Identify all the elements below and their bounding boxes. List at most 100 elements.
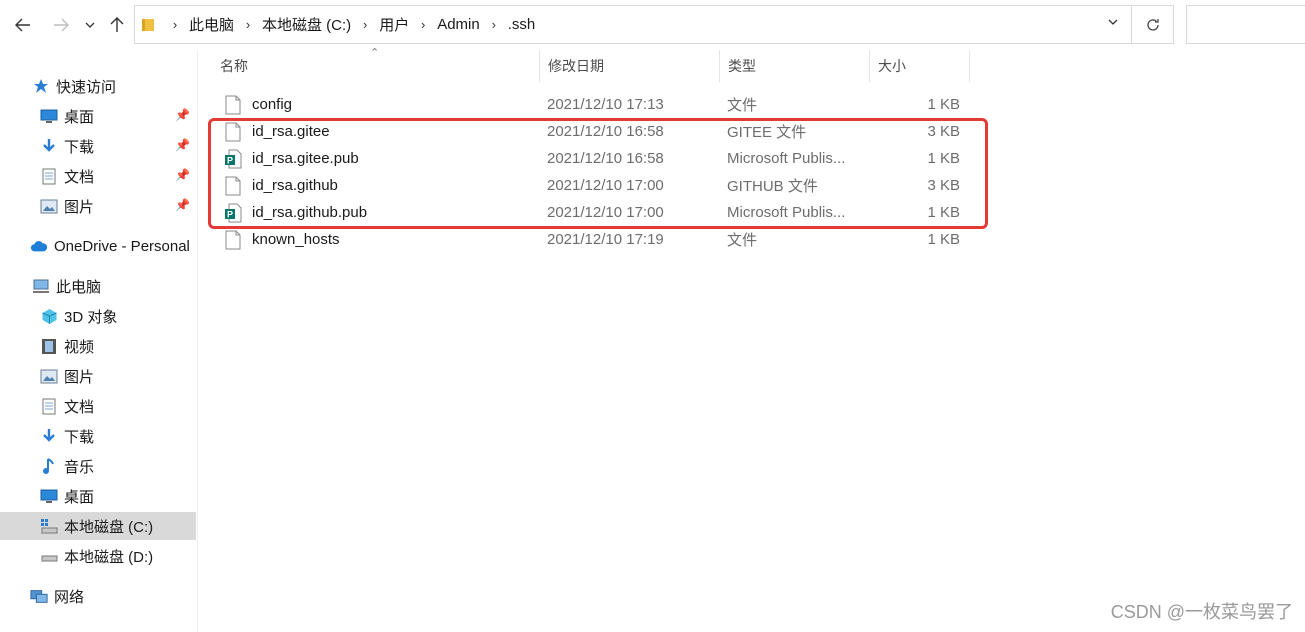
sidebar-item-downloads-2[interactable]: 下载 <box>0 422 196 450</box>
chevron-down-icon <box>1108 19 1118 25</box>
recent-locations-button[interactable] <box>80 10 100 40</box>
file-type: 文件 <box>727 232 758 249</box>
file-type: 文件 <box>727 97 758 114</box>
file-icon <box>225 95 241 114</box>
chevron-right-icon: › <box>421 17 426 32</box>
file-size: 1 KB <box>927 96 960 113</box>
folder-icon <box>142 19 154 31</box>
sidebar-item-music[interactable]: 音乐 <box>0 452 196 480</box>
network-icon <box>30 587 48 605</box>
sidebar-item-documents-2[interactable]: 文档 <box>0 392 196 420</box>
breadcrumb-item[interactable]: Admin <box>433 16 484 33</box>
sidebar-item-label: 此电脑 <box>56 278 102 296</box>
file-size: 1 KB <box>927 231 960 248</box>
drive-c-icon <box>40 517 58 535</box>
chevron-right-icon: › <box>245 17 251 32</box>
refresh-button[interactable] <box>1132 5 1174 44</box>
sidebar-item-label: 桌面 <box>64 108 95 126</box>
breadcrumb-item[interactable]: 用户 <box>375 14 413 35</box>
sidebar-item-downloads[interactable]: 下载 📌 <box>0 132 196 160</box>
column-header-label: 修改日期 <box>548 58 604 74</box>
sidebar-item-label: 桌面 <box>64 488 95 506</box>
sidebar-item-label: 文档 <box>64 168 95 186</box>
column-header-label: 类型 <box>728 58 756 74</box>
column-header-label: 大小 <box>878 58 906 74</box>
breadcrumb-item[interactable]: 此电脑 <box>185 14 238 35</box>
chevron-down-icon <box>85 22 95 28</box>
file-date: 2021/12/10 17:13 <box>547 96 664 113</box>
column-header-name[interactable]: 名称 <box>212 50 540 82</box>
breadcrumb: › 此电脑 › 本地磁盘 (C:) › 用户 › Admin › .ssh <box>165 14 539 35</box>
sidebar-item-network[interactable]: 网络 <box>0 582 196 610</box>
drive-icon <box>40 547 58 565</box>
pictures-icon <box>40 197 58 215</box>
column-header-size[interactable]: 大小 <box>870 50 970 82</box>
forward-button[interactable] <box>48 10 74 40</box>
file-name: config <box>252 96 293 113</box>
breadcrumb-item[interactable]: .ssh <box>504 16 540 33</box>
pictures-icon <box>40 367 58 385</box>
document-icon <box>40 167 58 185</box>
file-row[interactable]: known_hosts 2021/12/10 17:19 文件 1 KB <box>212 226 972 253</box>
download-icon <box>40 137 58 155</box>
sidebar-item-label: 下载 <box>64 428 95 446</box>
sidebar-item-quick-access[interactable]: 快速访问 <box>0 72 196 100</box>
chevron-right-icon: › <box>491 17 496 32</box>
up-button[interactable] <box>104 10 130 40</box>
address-bar[interactable]: › 此电脑 › 本地磁盘 (C:) › 用户 › Admin › .ssh <box>134 5 1132 44</box>
back-button[interactable] <box>10 10 36 40</box>
sidebar-item-this-pc[interactable]: 此电脑 <box>0 272 196 300</box>
sidebar-item-desktop-2[interactable]: 桌面 <box>0 482 196 510</box>
sidebar-item-label: 网络 <box>54 588 85 606</box>
pin-icon[interactable]: 📌 <box>175 168 190 182</box>
highlight-box <box>208 118 988 229</box>
file-date: 2021/12/10 17:19 <box>547 231 664 248</box>
music-icon <box>40 457 58 475</box>
pin-icon[interactable]: 📌 <box>175 138 190 152</box>
sidebar-item-label: 音乐 <box>64 458 95 476</box>
pin-icon[interactable]: 📌 <box>175 108 190 122</box>
watermark: CSDN @一枚菜鸟罢了 <box>1110 602 1293 622</box>
sidebar-item-documents[interactable]: 文档 📌 <box>0 162 196 190</box>
sidebar-item-drive-c[interactable]: 本地磁盘 (C:) <box>0 512 196 540</box>
sidebar-item-label: 下载 <box>64 138 95 156</box>
navigation-pane: 快速访问 桌面 📌 下载 📌 文档 📌 图片 📌 OneDrive - Pers… <box>0 50 198 632</box>
file-icon <box>225 230 241 249</box>
sidebar-item-videos[interactable]: 视频 <box>0 332 196 360</box>
desktop-icon <box>40 107 58 125</box>
sidebar-item-label: 图片 <box>64 368 95 386</box>
cloud-icon <box>30 237 48 255</box>
download-icon <box>40 427 58 445</box>
breadcrumb-item[interactable]: 本地磁盘 (C:) <box>258 14 355 35</box>
sidebar-item-3d-objects[interactable]: 3D 对象 <box>0 302 196 330</box>
column-header-label: 名称 <box>220 58 248 74</box>
column-header-type[interactable]: 类型 <box>720 50 870 82</box>
sidebar-item-desktop[interactable]: 桌面 📌 <box>0 102 196 130</box>
sidebar-item-label: 视频 <box>64 338 95 356</box>
arrow-left-icon <box>15 18 30 32</box>
file-row[interactable]: config 2021/12/10 17:13 文件 1 KB <box>212 91 972 118</box>
cube-icon <box>40 307 58 325</box>
sidebar-item-label: 文档 <box>64 398 95 416</box>
address-dropdown-button[interactable] <box>1107 16 1119 31</box>
address-toolbar: › 此电脑 › 本地磁盘 (C:) › 用户 › Admin › .ssh <box>0 0 1305 50</box>
document-icon <box>40 397 58 415</box>
chevron-right-icon: › <box>172 17 178 32</box>
refresh-icon <box>1146 18 1159 31</box>
sidebar-item-pictures-2[interactable]: 图片 <box>0 362 196 390</box>
chevron-right-icon: › <box>363 17 368 32</box>
search-input[interactable] <box>1186 5 1305 44</box>
sidebar-item-label: 快速访问 <box>56 78 117 96</box>
star-icon <box>32 77 50 95</box>
sidebar-item-onedrive[interactable]: OneDrive - Personal <box>0 232 196 260</box>
sidebar-item-drive-d[interactable]: 本地磁盘 (D:) <box>0 542 196 570</box>
column-header-date[interactable]: 修改日期 <box>540 50 720 82</box>
sidebar-item-pictures[interactable]: 图片 📌 <box>0 192 196 220</box>
sidebar-item-label: 本地磁盘 (D:) <box>64 548 154 566</box>
pin-icon[interactable]: 📌 <box>175 198 190 212</box>
arrow-up-icon <box>110 17 124 32</box>
arrow-right-icon <box>54 18 69 32</box>
sidebar-item-label: OneDrive - Personal <box>54 237 190 255</box>
sidebar-item-label: 图片 <box>64 198 95 216</box>
computer-icon <box>32 277 50 295</box>
